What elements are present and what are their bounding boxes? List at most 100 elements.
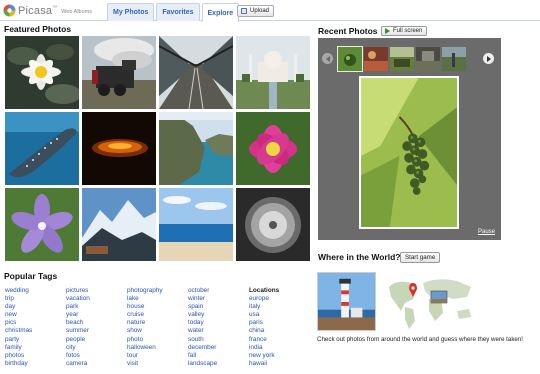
tag-link[interactable]: landscape [188, 360, 217, 368]
tab-explore[interactable]: Explore [201, 3, 240, 22]
upload-icon [241, 8, 247, 14]
pause-link[interactable]: Pause [478, 229, 495, 235]
logo-trademark: ™ [52, 5, 58, 11]
recent-thumbnail[interactable] [364, 47, 388, 71]
recent-photos-title: Recent Photos [318, 26, 378, 36]
tag-link[interactable]: trip [5, 295, 32, 303]
tag-link[interactable]: nature [127, 319, 163, 327]
featured-photo-coastline[interactable] [159, 112, 233, 185]
location-link[interactable]: new york [249, 352, 279, 360]
main-tabs: My Photos Favorites Explore [107, 3, 241, 22]
tag-link[interactable]: today [188, 319, 217, 327]
featured-photo-grid [5, 36, 310, 261]
featured-photo-purple-flower[interactable] [5, 188, 79, 261]
tag-link[interactable]: water [188, 327, 217, 335]
featured-photo-whale-shark[interactable] [5, 112, 79, 185]
tag-link[interactable]: family [5, 344, 32, 352]
tag-link[interactable]: city [66, 344, 90, 352]
location-link[interactable]: paris [249, 319, 279, 327]
recent-photos-slideshow: Pause [318, 38, 501, 240]
recent-thumbnail[interactable] [442, 47, 466, 71]
tag-link[interactable]: visit [127, 360, 163, 368]
location-link[interactable]: india [249, 344, 279, 352]
featured-photo-beach[interactable] [159, 188, 233, 261]
location-link[interactable]: china [249, 327, 279, 335]
location-link[interactable]: italy [249, 303, 279, 311]
tag-link[interactable]: beach [66, 319, 90, 327]
tag-column-3: photography lake house cruise nature sho… [127, 287, 163, 368]
locations-heading: Locations [249, 287, 280, 294]
tag-link[interactable]: lake [127, 295, 163, 303]
featured-photos-title: Featured Photos [4, 24, 72, 34]
picasa-logo[interactable]: Picasa ™ Web Albums [3, 4, 92, 17]
tag-link[interactable]: vacation [66, 295, 90, 303]
featured-photo-steam-train[interactable] [82, 36, 156, 109]
previous-arrow-icon[interactable] [322, 53, 333, 64]
featured-photo-water-lily[interactable] [5, 36, 79, 109]
tag-link[interactable]: december [188, 344, 217, 352]
tag-link[interactable]: house [127, 303, 163, 311]
next-arrow-icon[interactable] [483, 53, 494, 64]
recent-thumbnail[interactable] [416, 47, 440, 71]
tag-link[interactable]: camera [66, 360, 90, 368]
location-link[interactable]: france [249, 336, 279, 344]
start-game-button[interactable]: Start game [400, 252, 441, 263]
tag-link[interactable]: park [66, 303, 90, 311]
play-icon [385, 28, 390, 34]
tag-link[interactable]: party [5, 336, 32, 344]
full-screen-button[interactable]: Full screen [381, 26, 428, 36]
location-link[interactable]: hawaii [249, 360, 279, 368]
tag-link[interactable]: new [5, 311, 32, 319]
tag-link[interactable]: photo [127, 336, 163, 344]
tag-link[interactable]: photos [5, 352, 32, 360]
tag-link[interactable]: pics [5, 319, 32, 327]
world-description: Check out photos from around the world a… [317, 336, 524, 343]
tag-link[interactable]: summer [66, 327, 90, 335]
logo-subtitle: Web Albums [61, 9, 92, 15]
upload-button[interactable]: Upload [237, 5, 275, 17]
tab-favorites[interactable]: Favorites [156, 3, 200, 21]
tag-link[interactable]: valley [188, 311, 217, 319]
full-screen-label: Full screen [393, 28, 423, 34]
tag-link[interactable]: show [127, 327, 163, 335]
world-map-graphic[interactable] [387, 275, 475, 330]
recent-thumbnails [337, 46, 468, 72]
tag-link[interactable]: year [66, 311, 90, 319]
tag-link[interactable]: day [5, 303, 32, 311]
tag-link[interactable]: christmas [5, 327, 32, 335]
tag-link[interactable]: fotos [66, 352, 90, 360]
tag-link[interactable]: photography [127, 287, 163, 295]
location-link[interactable]: usa [249, 311, 279, 319]
tag-column-4: october winter spain valley today water … [188, 287, 217, 368]
current-photo-grapes[interactable] [359, 76, 459, 229]
recent-thumbnail[interactable] [390, 47, 414, 71]
tag-link[interactable]: people [66, 336, 90, 344]
recent-thumbnail[interactable] [337, 46, 363, 72]
tag-link[interactable]: spain [188, 303, 217, 311]
tag-link[interactable]: winter [188, 295, 217, 303]
tab-my-photos[interactable]: My Photos [107, 3, 155, 21]
featured-photo-railway-bridge[interactable] [159, 36, 233, 109]
featured-photo-dandelion[interactable] [236, 188, 310, 261]
tag-link[interactable]: cruise [127, 311, 163, 319]
top-header: Picasa ™ Web Albums My Photos Favorites E… [0, 0, 540, 22]
upload-button-label: Upload [250, 8, 270, 14]
where-in-world-title: Where in the World? [318, 252, 401, 262]
tag-link[interactable]: fall [188, 352, 217, 360]
world-photo-lighthouse[interactable] [317, 272, 376, 331]
featured-photo-pink-flower[interactable] [236, 112, 310, 185]
tag-link[interactable]: wedding [5, 287, 32, 295]
tag-link[interactable]: tour [127, 352, 163, 360]
featured-photo-glowing-light[interactable] [82, 112, 156, 185]
tag-link[interactable]: birthday [5, 360, 32, 368]
featured-photo-snowy-mountains[interactable] [82, 188, 156, 261]
tag-link[interactable]: halloween [127, 344, 163, 352]
tag-link[interactable]: october [188, 287, 217, 295]
tag-link[interactable]: pictures [66, 287, 90, 295]
popular-tags-title: Popular Tags [4, 271, 58, 281]
location-link[interactable]: europe [249, 295, 279, 303]
tag-column-locations: Locations europe italy usa paris china f… [249, 287, 279, 368]
tag-column-2: pictures vacation park year beach summer… [66, 287, 90, 368]
tag-link[interactable]: south [188, 336, 217, 344]
featured-photo-taj-mahal[interactable] [236, 36, 310, 109]
